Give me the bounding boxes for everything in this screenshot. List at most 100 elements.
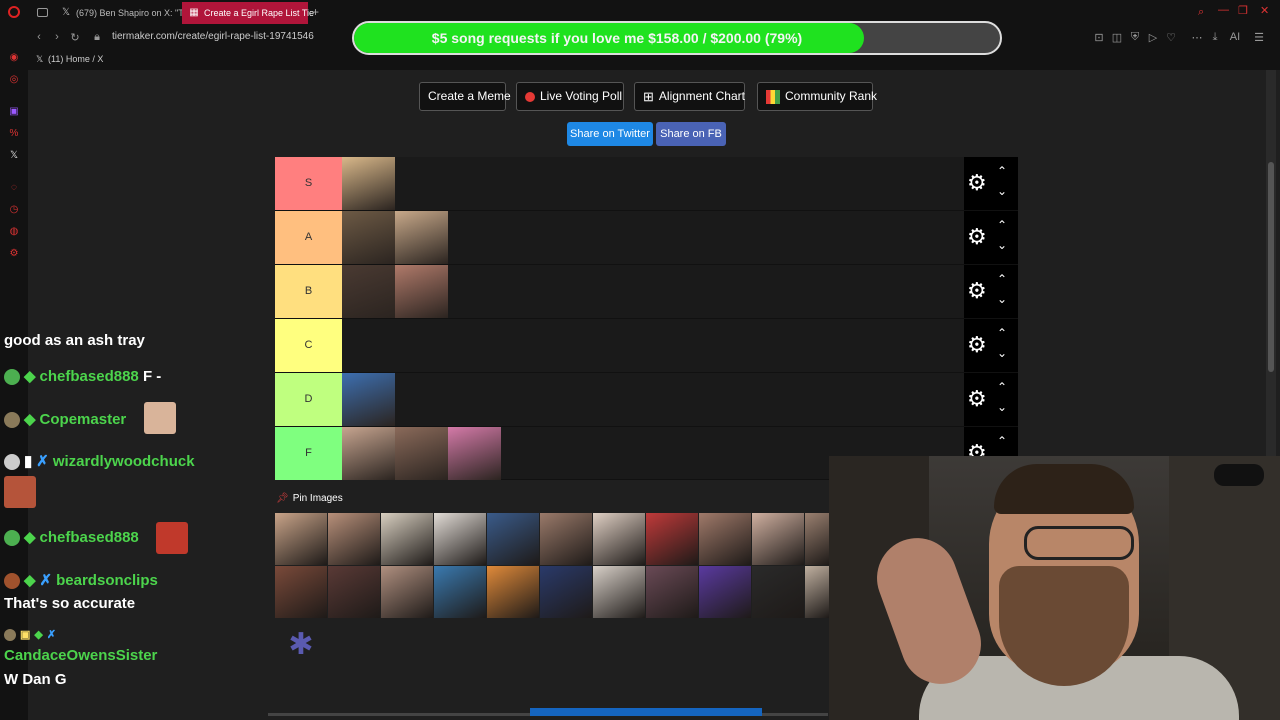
tier-item-image[interactable] [342,157,395,210]
search-icon[interactable]: ⌕ [1198,6,1204,19]
gear-icon[interactable]: ⚙ [967,225,987,249]
pool-image[interactable] [805,566,829,618]
share-fb-button[interactable]: Share on FB [656,122,726,146]
bottom-button-partial[interactable] [530,708,762,716]
pool-image[interactable] [752,566,804,618]
pool-image[interactable] [487,566,539,618]
tier-label[interactable]: C [275,319,342,372]
tier-item-image[interactable] [395,265,448,318]
pool-image[interactable] [646,566,698,618]
new-tab-button[interactable]: + [312,5,319,19]
snapshot-icon[interactable]: ◫ [1110,31,1124,44]
pin-images-toggle[interactable]: 📌︎ Pin Images [276,493,343,504]
x-logo-icon: 𝕏 [36,54,44,64]
bookmark-home-x[interactable]: (11) Home / X [48,54,103,64]
x-logo-icon[interactable]: 𝕏 [8,150,20,162]
community-rank-button[interactable]: Community Rank [757,82,877,111]
url-field[interactable]: tiermaker.com/create/egirl-rape-list-197… [112,31,314,42]
pool-image[interactable] [752,513,804,565]
diamond-badge-icon: ◆ [24,529,36,546]
menu-icon[interactable]: ☰ [1252,31,1266,44]
live-voting-poll-button[interactable]: Live Voting Poll [516,82,624,111]
gear-icon[interactable]: ⚙ [967,387,987,411]
chevron-up-icon[interactable]: ⌃ [997,327,1007,339]
chevron-up-icon[interactable]: ⌃ [997,273,1007,285]
tab-tiermaker[interactable]: ▦ Create a Egirl Rape List Tie [182,2,314,24]
bookmark-icon[interactable]: ⊡ [1092,31,1106,44]
tier-item-image[interactable] [342,211,395,264]
tier-label[interactable]: F [275,427,342,480]
history-icon[interactable]: ◷ [8,204,20,216]
close-icon[interactable]: ✕ [1260,4,1269,17]
tab-ben-shapiro[interactable]: 𝕏 (679) Ben Shapiro on X: "T [54,2,184,24]
opera-logo-icon[interactable] [8,6,20,18]
chevron-down-icon[interactable]: ⌄ [997,401,1007,413]
tier-item-image[interactable] [448,427,501,480]
percent-icon[interactable]: % [8,128,20,140]
chevron-up-icon[interactable]: ⌃ [997,165,1007,177]
tab-overview-icon[interactable] [37,8,48,17]
forward-icon[interactable]: › [50,31,64,43]
create-meme-button[interactable]: Create a Meme [419,82,511,111]
more-icon[interactable]: ⋯ [1190,31,1204,44]
pool-image[interactable] [434,566,486,618]
pool-image[interactable] [275,513,327,565]
pool-image[interactable] [381,566,433,618]
heart-icon[interactable]: ♡ [1164,31,1178,44]
pool-image[interactable] [328,566,380,618]
share-twitter-button[interactable]: Share on Twitter [567,122,653,146]
reload-icon[interactable]: ↻ [68,31,82,44]
gear-icon[interactable]: ⚙ [967,279,987,303]
pool-image[interactable] [328,513,380,565]
twitch-icon[interactable]: ▣ [8,106,20,118]
pool-image[interactable] [699,566,751,618]
pool-image[interactable] [487,513,539,565]
messenger-icon[interactable]: ◉ [8,52,20,64]
tier-item-image[interactable] [342,373,395,426]
chevron-up-icon[interactable]: ⌃ [997,381,1007,393]
player-icon[interactable]: ◌ [8,182,20,194]
alignment-chart-button[interactable]: ⊞ Alignment Chart [634,82,745,111]
pool-image[interactable] [275,566,327,618]
x-logo-icon: 𝕏 [61,7,71,18]
chevron-up-icon[interactable]: ⌃ [997,435,1007,447]
play-icon[interactable]: ▷ [1146,31,1160,44]
tier-label[interactable]: A [275,211,342,264]
chevron-down-icon[interactable]: ⌄ [997,293,1007,305]
tier-label[interactable]: D [275,373,342,426]
pool-image[interactable] [540,566,592,618]
tier-controls: ⚙ ⌃ [964,427,1018,465]
settings-icon[interactable]: ⚙ [8,248,20,260]
tier-item-image[interactable] [342,265,395,318]
chevron-down-icon[interactable]: ⌄ [997,347,1007,359]
chevron-down-icon[interactable]: ⌄ [997,239,1007,251]
pool-image[interactable] [434,513,486,565]
pool-image[interactable] [699,513,751,565]
gear-icon[interactable]: ⚙ [967,171,987,195]
shield-icon[interactable]: ⛨ [1128,31,1142,44]
tier-item-image[interactable] [395,427,448,480]
minimize-icon[interactable]: — [1218,4,1229,16]
pool-image[interactable] [593,566,645,618]
download-icon[interactable]: ⤓ [1208,31,1222,44]
gear-icon[interactable]: ⚙ [967,333,987,357]
chevron-up-icon[interactable]: ⌃ [997,219,1007,231]
tier-label[interactable]: B [275,265,342,318]
back-icon[interactable]: ‹ [32,31,46,43]
pool-image[interactable] [381,513,433,565]
ai-icon[interactable]: AI [1228,31,1242,43]
emote-image [4,476,36,508]
tier-item-image[interactable] [342,427,395,480]
pool-image[interactable] [805,513,829,565]
pool-image[interactable] [540,513,592,565]
scrollbar-thumb[interactable] [1268,162,1274,372]
chat-icon[interactable]: ◍ [8,226,20,238]
chevron-down-icon[interactable]: ⌄ [997,185,1007,197]
instagram-icon[interactable]: ◎ [8,74,20,86]
pool-image[interactable] [646,513,698,565]
tier-item-image[interactable] [395,211,448,264]
spider-image[interactable]: ✱ [275,619,327,671]
tier-label[interactable]: S [275,157,342,210]
restore-icon[interactable]: ❐ [1238,4,1248,17]
pool-image[interactable] [593,513,645,565]
